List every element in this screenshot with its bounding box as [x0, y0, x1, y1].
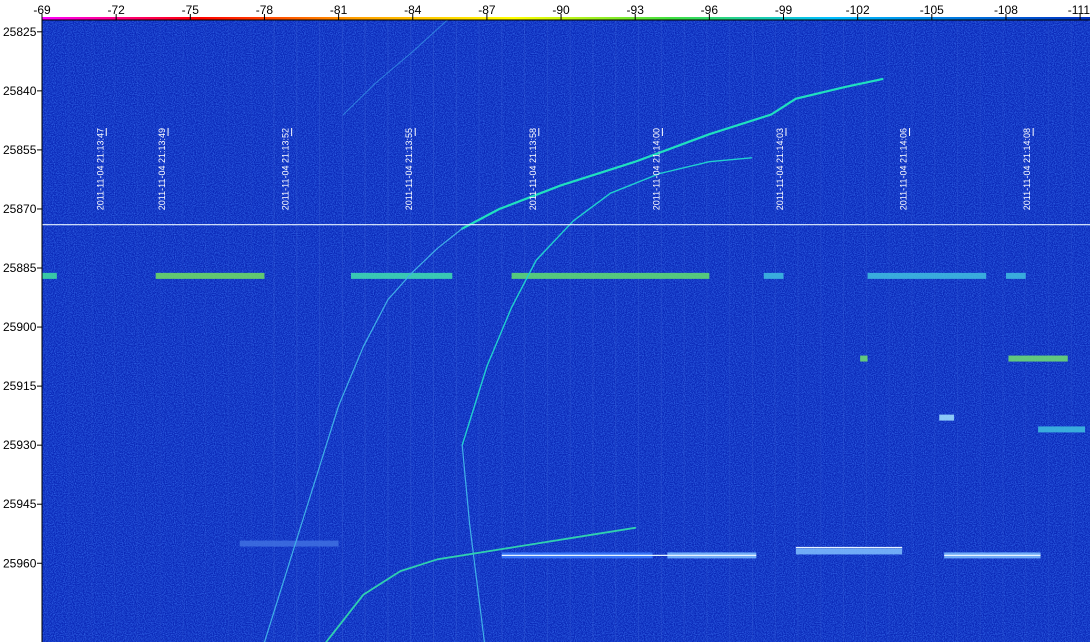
x-tick-label: -75: [182, 3, 200, 17]
y-tick-label: 25855: [3, 143, 37, 157]
y-tick-label: 25870: [3, 202, 37, 216]
signal-band: [1005, 272, 1026, 279]
x-tick-label: -99: [775, 3, 793, 17]
x-tick-label: -72: [107, 3, 125, 17]
y-tick-label: 25960: [3, 556, 37, 570]
x-tick-label: -102: [846, 3, 870, 17]
signal-band: [867, 272, 987, 279]
time-marker-label: 2011-11-04 21:14:08: [1022, 128, 1032, 210]
y-tick-label: 25900: [3, 320, 37, 334]
signal-band: [860, 355, 868, 362]
time-marker-label: 2011-11-04 21:14:06: [899, 128, 909, 210]
y-tick-label: 25840: [3, 84, 37, 98]
spectrogram-window: 2011-11-04 21:13:47 2011-11-04 21:13:49 20…: [0, 0, 1092, 642]
signal-band: [42, 272, 57, 279]
y-tick-label: 25945: [3, 497, 37, 511]
time-marker-label: 2011-11-04 21:13:52: [281, 128, 291, 210]
x-tick-label: -108: [994, 3, 1018, 17]
x-tick-label: -81: [330, 3, 348, 17]
noise-overlay: [42, 20, 1090, 642]
y-tick-label: 25825: [3, 25, 37, 39]
x-tick-label: -84: [404, 3, 422, 17]
time-marker-label: 2011-11-04 21:13:47: [95, 128, 105, 210]
time-marker-label: 2011-11-04 21:14:03: [775, 128, 785, 210]
spectrogram-chart[interactable]: 2011-11-04 21:13:47 2011-11-04 21:13:49 20…: [0, 0, 1092, 642]
signal-band: [1038, 426, 1086, 433]
x-tick-label: -111: [1068, 3, 1091, 17]
signal-band: [350, 272, 453, 279]
signal-band: [795, 548, 903, 555]
x-tick-label: -78: [256, 3, 274, 17]
signal-band: [511, 272, 710, 279]
x-tick-label: -93: [627, 3, 645, 17]
time-marker-label: 2011-11-04 21:13:55: [404, 128, 414, 210]
x-tick-label: -105: [920, 3, 944, 17]
signal-band: [1008, 355, 1068, 362]
x-tick-label: -69: [33, 3, 51, 17]
time-marker-label: 2011-11-04 21:13:49: [157, 128, 167, 210]
y-tick-label: 25885: [3, 261, 37, 275]
signal-band: [939, 414, 955, 421]
x-tick-label: -87: [478, 3, 496, 17]
signal-band: [155, 272, 265, 279]
signal-band: [239, 540, 339, 547]
signal-band: [763, 272, 784, 279]
y-tick-label: 25930: [3, 438, 37, 452]
time-marker-label: 2011-11-04 21:13:58: [528, 128, 538, 210]
time-marker-label: 2011-11-04 21:14:00: [651, 128, 661, 210]
y-tick-label: 25915: [3, 379, 37, 393]
x-tick-label: -96: [701, 3, 719, 17]
x-tick-label: -90: [552, 3, 570, 17]
